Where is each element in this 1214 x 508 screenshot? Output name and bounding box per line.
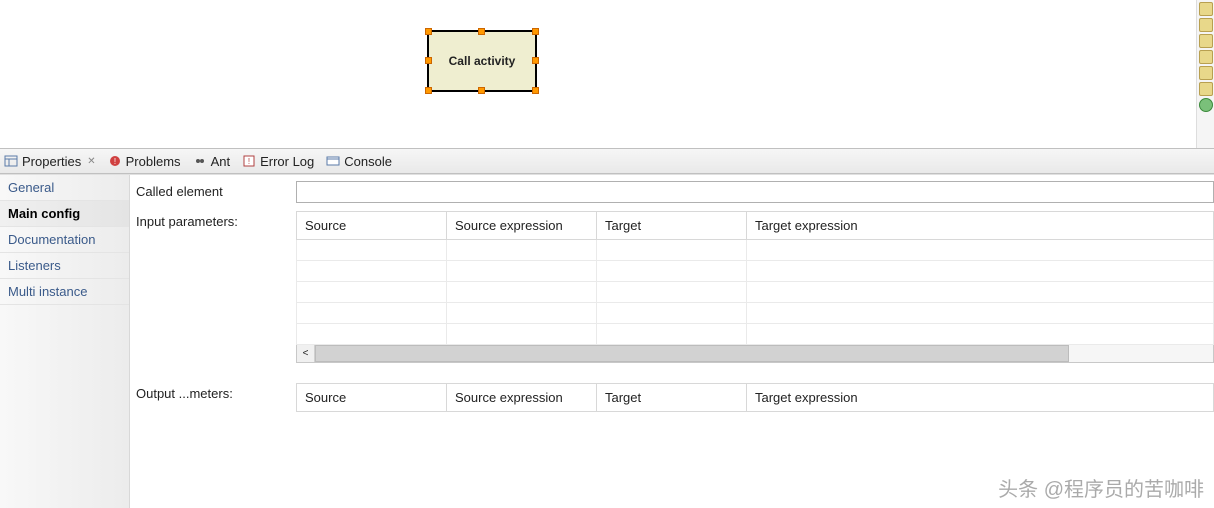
folder-icon[interactable] (1199, 2, 1213, 16)
section-documentation[interactable]: Documentation (0, 227, 129, 253)
section-multi-instance[interactable]: Multi instance (0, 279, 129, 305)
called-element-label: Called element (136, 181, 296, 199)
resize-handle-tl[interactable] (425, 28, 432, 35)
folder-icon[interactable] (1199, 34, 1213, 48)
tab-error-log[interactable]: ! Error Log (242, 154, 314, 169)
tab-problems[interactable]: ! Problems (108, 154, 181, 169)
table-row[interactable] (297, 324, 1214, 345)
section-general[interactable]: General (0, 175, 129, 201)
table-row[interactable] (297, 261, 1214, 282)
diagram-canvas[interactable]: Call activity (0, 0, 1214, 148)
section-listeners[interactable]: Listeners (0, 253, 129, 279)
palette-icon[interactable] (1199, 98, 1213, 112)
tab-label: Console (344, 154, 392, 169)
tab-label: Error Log (260, 154, 314, 169)
section-main-config[interactable]: Main config (0, 201, 129, 227)
input-parameters-label: Input parameters: (136, 211, 296, 229)
col-source-expression[interactable]: Source expression (447, 384, 597, 412)
called-element-input[interactable] (296, 181, 1214, 203)
col-target[interactable]: Target (597, 212, 747, 240)
scroll-left-icon[interactable]: < (297, 345, 315, 362)
close-icon[interactable]: ✕ (87, 156, 95, 167)
error-log-icon: ! (242, 154, 256, 168)
horizontal-scrollbar[interactable]: < (296, 345, 1214, 363)
scroll-track[interactable] (315, 345, 1213, 362)
form-area: Called element Input parameters: Source … (130, 175, 1214, 508)
tab-label: Problems (126, 154, 181, 169)
folder-icon[interactable] (1199, 18, 1213, 32)
problems-icon: ! (108, 154, 122, 168)
tab-console[interactable]: Console (326, 154, 392, 169)
called-element-row: Called element (136, 181, 1214, 203)
output-parameters-row: Output ...meters: Source Source expressi… (136, 383, 1214, 412)
tab-label: Properties (22, 154, 81, 169)
output-parameters-label: Output ...meters: (136, 383, 296, 401)
folder-icon[interactable] (1199, 50, 1213, 64)
col-target[interactable]: Target (597, 384, 747, 412)
table-row[interactable] (297, 282, 1214, 303)
input-parameters-table[interactable]: Source Source expression Target Target e… (296, 211, 1214, 345)
col-target-expression[interactable]: Target expression (747, 384, 1214, 412)
resize-handle-bm[interactable] (478, 87, 485, 94)
table-row[interactable] (297, 303, 1214, 324)
output-parameters-table[interactable]: Source Source expression Target Target e… (296, 383, 1214, 412)
col-source-expression[interactable]: Source expression (447, 212, 597, 240)
resize-handle-ml[interactable] (425, 57, 432, 64)
palette-toolbar (1196, 0, 1214, 148)
properties-sections: General Main config Documentation Listen… (0, 175, 130, 508)
properties-icon (4, 154, 18, 168)
col-source[interactable]: Source (297, 384, 447, 412)
svg-text:!: ! (248, 157, 250, 166)
svg-text:!: ! (114, 157, 116, 166)
resize-handle-tm[interactable] (478, 28, 485, 35)
folder-icon[interactable] (1199, 66, 1213, 80)
scroll-thumb[interactable] (315, 345, 1069, 362)
resize-handle-bl[interactable] (425, 87, 432, 94)
tab-properties[interactable]: Properties ✕ (4, 154, 96, 169)
input-parameters-row: Input parameters: Source Source expressi… (136, 211, 1214, 363)
table-row[interactable] (297, 240, 1214, 261)
resize-handle-tr[interactable] (532, 28, 539, 35)
resize-handle-mr[interactable] (532, 57, 539, 64)
call-activity-node[interactable]: Call activity (427, 30, 537, 92)
views-tabbar: Properties ✕ ! Problems Ant ! Error Log … (0, 148, 1214, 174)
tab-ant[interactable]: Ant (193, 154, 231, 169)
console-icon (326, 154, 340, 168)
node-label: Call activity (449, 54, 516, 68)
col-target-expression[interactable]: Target expression (747, 212, 1214, 240)
ant-icon (193, 154, 207, 168)
resize-handle-br[interactable] (532, 87, 539, 94)
properties-panel: General Main config Documentation Listen… (0, 174, 1214, 508)
tab-label: Ant (211, 154, 231, 169)
folder-icon[interactable] (1199, 82, 1213, 96)
col-source[interactable]: Source (297, 212, 447, 240)
